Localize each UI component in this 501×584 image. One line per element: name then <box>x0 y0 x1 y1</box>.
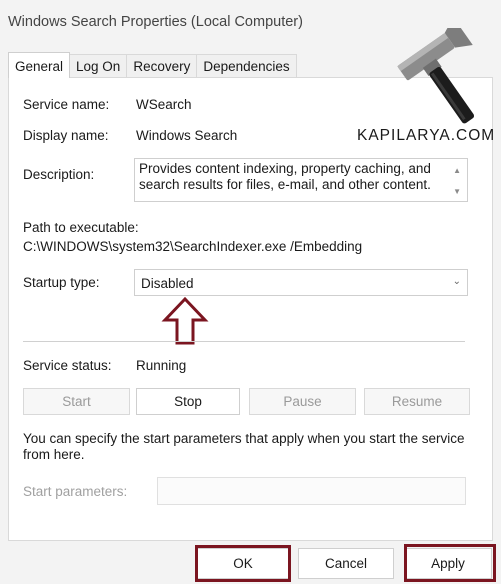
path-label: Path to executable: <box>23 220 139 235</box>
display-name-label: Display name: <box>23 128 109 143</box>
tab-strip: General Log On Recovery Dependencies <box>8 52 297 78</box>
general-tab-panel <box>8 77 493 541</box>
ok-highlight-box <box>195 545 291 582</box>
service-status-value: Running <box>136 358 187 373</box>
stop-button[interactable]: Stop <box>136 388 240 415</box>
description-label: Description: <box>23 167 95 182</box>
path-value: C:\WINDOWS\system32\SearchIndexer.exe /E… <box>23 239 363 254</box>
tab-recovery[interactable]: Recovery <box>126 54 198 78</box>
description-line-2: search results for files, e-mail, and ot… <box>139 177 431 192</box>
apply-highlight-box <box>404 544 496 582</box>
tab-log-on[interactable]: Log On <box>69 54 128 78</box>
hammer-icon <box>397 28 475 124</box>
watermark-text: KAPILARYA.COM <box>357 127 496 144</box>
up-arrow-outline-icon <box>161 296 209 345</box>
cancel-button[interactable]: Cancel <box>298 548 394 579</box>
pause-button[interactable]: Pause <box>249 388 356 415</box>
chevron-down-icon: ⌄ <box>452 276 461 287</box>
info-text-line-2: from here. <box>23 447 85 462</box>
description-text: Provides content indexing, property cach… <box>139 161 439 193</box>
start-parameters-input[interactable] <box>157 477 466 505</box>
start-parameters-label: Start parameters: <box>23 484 128 499</box>
service-name-label: Service name: <box>23 97 110 112</box>
startup-type-label: Startup type: <box>23 275 100 290</box>
service-status-label: Service status: <box>23 358 112 373</box>
service-name-value: WSearch <box>136 97 192 112</box>
info-text-line-1: You can specify the start parameters tha… <box>23 431 465 446</box>
description-box[interactable]: Provides content indexing, property cach… <box>134 158 468 202</box>
tab-general[interactable]: General <box>8 52 71 78</box>
resume-button[interactable]: Resume <box>364 388 470 415</box>
tab-dependencies[interactable]: Dependencies <box>196 54 297 78</box>
description-line-1: Provides content indexing, property cach… <box>139 161 431 176</box>
display-name-value: Windows Search <box>136 128 238 143</box>
scroll-down-icon[interactable]: ▼ <box>453 187 461 196</box>
scroll-up-icon[interactable]: ▲ <box>453 166 461 175</box>
window-title: Windows Search Properties (Local Compute… <box>8 14 303 30</box>
divider <box>23 341 465 342</box>
start-button[interactable]: Start <box>23 388 130 415</box>
startup-type-dropdown[interactable]: Disabled ⌄ <box>134 269 468 296</box>
startup-type-value: Disabled <box>141 276 194 291</box>
